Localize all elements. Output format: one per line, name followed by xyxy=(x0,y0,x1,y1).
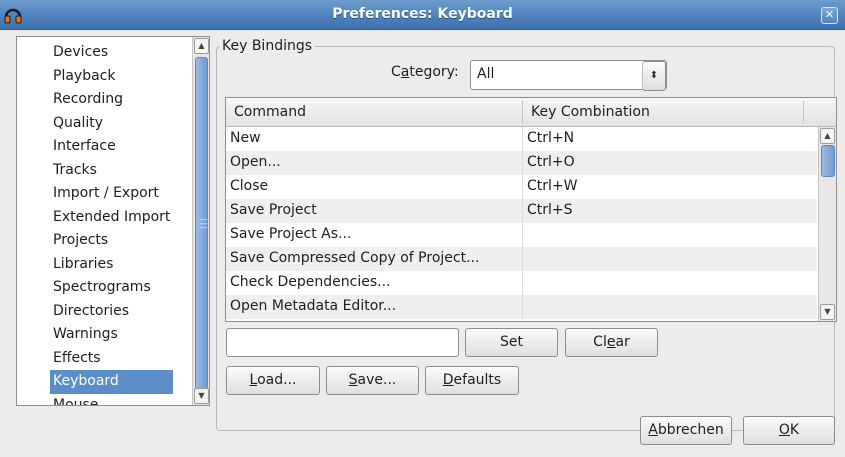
sidebar-item-mouse[interactable]: Mouse xyxy=(50,394,173,406)
scroll-down-icon[interactable]: ▼ xyxy=(820,304,835,320)
command-cell: Check Dependencies... xyxy=(230,274,391,290)
table-row[interactable]: Open Metadata Editor... xyxy=(226,295,817,319)
load-button[interactable]: Load... xyxy=(226,366,320,395)
table-scrollbar[interactable]: ▲ ▼ xyxy=(818,127,836,321)
sidebar-scroll-thumb[interactable]: — — — xyxy=(195,57,208,390)
scroll-up-icon[interactable]: ▲ xyxy=(194,38,209,54)
command-cell: Open... xyxy=(230,154,281,170)
defaults-button[interactable]: Defaults xyxy=(425,366,519,395)
sidebar-item-directories[interactable]: Directories xyxy=(50,300,173,324)
close-icon[interactable]: ✕ xyxy=(821,7,838,24)
command-cell: Save Project xyxy=(230,202,317,218)
key-bindings-table[interactable]: Command Key Combination New Ctrl+N Open...… xyxy=(225,97,837,322)
category-label: Category: xyxy=(391,64,459,80)
table-row[interactable]: Close Ctrl+W xyxy=(226,175,817,199)
clear-button[interactable]: Clear xyxy=(565,328,658,357)
sidebar-item-extended-import[interactable]: Extended Import xyxy=(50,206,173,230)
sidebar-item-devices[interactable]: Devices xyxy=(50,41,173,65)
table-rows: New Ctrl+N Open... Ctrl+O Close Ctrl+W Save Pr… xyxy=(226,127,817,319)
category-select[interactable]: All ⬍ xyxy=(470,60,667,91)
window-title: Preferences: Keyboard xyxy=(332,6,513,22)
sidebar-item-quality[interactable]: Quality xyxy=(50,112,173,136)
table-scroll-thumb[interactable] xyxy=(821,145,835,177)
key-combination-input[interactable] xyxy=(226,328,459,357)
sidebar-item-warnings[interactable]: Warnings xyxy=(50,323,173,347)
save-button[interactable]: Save... xyxy=(326,366,419,395)
sidebar-item-playback[interactable]: Playback xyxy=(50,65,173,89)
sidebar-item-recording[interactable]: Recording xyxy=(50,88,173,112)
command-cell: Open Metadata Editor... xyxy=(230,298,397,314)
scroll-up-icon[interactable]: ▲ xyxy=(820,128,835,144)
command-cell: Close xyxy=(230,178,269,194)
sidebar-item-spectrograms[interactable]: Spectrograms xyxy=(50,276,173,300)
key-cell: Ctrl+O xyxy=(527,154,575,170)
grip-icon: — — — xyxy=(199,215,208,233)
scroll-down-icon[interactable]: ▼ xyxy=(194,388,209,404)
sidebar-list: Devices Playback Recording Quality Interface… xyxy=(50,41,174,406)
group-label: Key Bindings xyxy=(220,38,316,54)
sidebar-item-keyboard[interactable]: Keyboard xyxy=(50,370,174,394)
ok-button[interactable]: OK xyxy=(743,416,835,445)
command-cell: Save Project As... xyxy=(230,226,352,242)
key-cell: Ctrl+W xyxy=(527,178,578,194)
command-cell: New xyxy=(230,130,261,146)
sidebar-item-effects[interactable]: Effects xyxy=(50,347,173,371)
key-cell: Ctrl+N xyxy=(527,130,575,146)
table-row[interactable]: Save Compressed Copy of Project... xyxy=(226,247,817,271)
column-header-command[interactable]: Command xyxy=(234,104,306,120)
column-header-key[interactable]: Key Combination xyxy=(531,104,650,120)
key-cell: Ctrl+S xyxy=(527,202,573,218)
sidebar-item-projects[interactable]: Projects xyxy=(50,229,173,253)
table-row[interactable]: New Ctrl+N xyxy=(226,127,817,151)
table-row[interactable]: Open... Ctrl+O xyxy=(226,151,817,175)
sidebar-item-tracks[interactable]: Tracks xyxy=(50,159,173,183)
sidebar-item-import-export[interactable]: Import / Export xyxy=(50,182,173,206)
chevron-updown-icon: ⬍ xyxy=(642,61,666,91)
title-bar[interactable]: Preferences: Keyboard ✕ xyxy=(0,0,845,30)
category-value: All xyxy=(477,66,495,82)
preferences-sidebar[interactable]: Devices Playback Recording Quality Interface… xyxy=(16,36,210,406)
table-header: Command Key Combination xyxy=(226,98,836,127)
sidebar-item-interface[interactable]: Interface xyxy=(50,135,173,159)
table-row[interactable]: Save Project As... xyxy=(226,223,817,247)
table-row[interactable]: Save Project Ctrl+S xyxy=(226,199,817,223)
set-button[interactable]: Set xyxy=(465,328,558,357)
cancel-button[interactable]: Abbrechen xyxy=(640,416,732,445)
table-row[interactable]: Check Dependencies... xyxy=(226,271,817,295)
command-cell: Save Compressed Copy of Project... xyxy=(230,250,480,266)
sidebar-scrollbar[interactable]: ▲ — — — ▼ xyxy=(192,37,209,405)
sidebar-item-libraries[interactable]: Libraries xyxy=(50,253,173,277)
